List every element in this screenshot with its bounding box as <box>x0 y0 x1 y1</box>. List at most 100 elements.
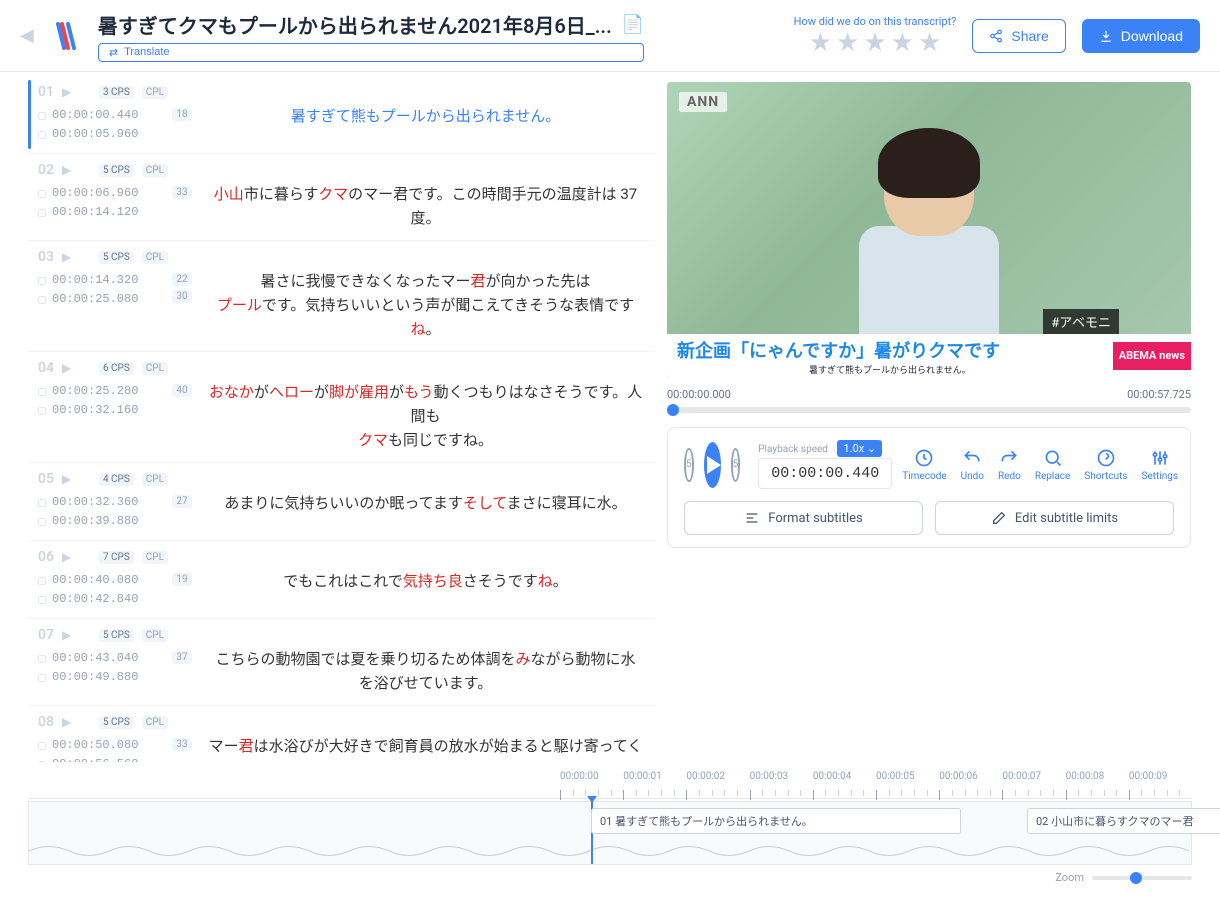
end-timecode[interactable]: 00:00:56.560 <box>38 755 168 762</box>
subtitle-text[interactable]: おなかがヘローが脚が雇用がもう動くつもりはなさそうです。人間もクマも同じですね。 <box>196 352 655 462</box>
zoom-thumb[interactable] <box>1130 872 1142 884</box>
subtitle-text[interactable]: 暑すぎて熊もプールから出られません。 <box>196 76 655 153</box>
subtitle-number: 07 <box>38 627 54 643</box>
play-icon[interactable]: ▶ <box>62 361 71 375</box>
play-button[interactable] <box>704 442 721 488</box>
format-subtitles-button[interactable]: Format subtitles <box>684 501 923 535</box>
video-tc-end: 00:00:57.725 <box>1127 388 1191 401</box>
play-icon[interactable]: ▶ <box>62 715 71 729</box>
star-icon[interactable]: ★ <box>918 30 941 56</box>
download-label: Download <box>1121 28 1183 44</box>
undo-tool[interactable]: Undo <box>961 448 984 482</box>
skip-forward-button[interactable]: 5 <box>731 448 741 482</box>
subtitle-number: 03 <box>38 249 54 265</box>
start-timecode[interactable]: 00:00:43.040 <box>38 649 168 668</box>
end-timecode[interactable]: 00:00:42.840 <box>38 590 168 609</box>
star-icon[interactable]: ★ <box>863 30 886 56</box>
subtitle-text[interactable]: こちらの動物園では夏を乗り切るため体調をみながら動物に水を浴びせています。 <box>196 619 655 705</box>
download-button[interactable]: Download <box>1082 19 1200 53</box>
zoom-slider[interactable] <box>1092 876 1192 880</box>
ruler-label: 00:00:08 <box>1066 771 1129 782</box>
subtitle-text[interactable]: 暑さに我慢できなくなったマー君が向かった先はプールです。気持ちいいという声が聞こ… <box>196 241 655 351</box>
settings-tool[interactable]: Settings <box>1142 448 1179 482</box>
end-timecode[interactable]: 00:00:49.880 <box>38 668 168 687</box>
edit-limits-button[interactable]: Edit subtitle limits <box>935 501 1174 535</box>
play-icon[interactable]: ▶ <box>62 163 71 177</box>
video-preview[interactable]: ANN #アベモニ 新企画「にゃんですか」暑がりクマです 暑すぎて熊もプールから… <box>667 82 1191 378</box>
subtitle-number: 04 <box>38 360 54 376</box>
start-timecode[interactable]: 00:00:06.960 <box>38 184 168 203</box>
cpl-value: 30 <box>172 290 191 303</box>
timeline-clip[interactable]: 01 暑すぎて熊もプールから出られません。 <box>591 808 961 834</box>
hashtag-badge: #アベモニ <box>1043 309 1119 334</box>
notes-icon[interactable]: 📄 <box>622 14 644 35</box>
play-icon[interactable]: ▶ <box>62 472 71 486</box>
subtitle-row[interactable]: 06▶7 CPSCPL00:00:40.08000:00:42.84019でもこ… <box>28 541 655 619</box>
cps-badge: 3 CPS <box>99 86 134 99</box>
start-timecode[interactable]: 00:00:00.440 <box>38 106 168 125</box>
subtitle-row[interactable]: 07▶5 CPSCPL00:00:43.04000:00:49.88037こちら… <box>28 619 655 706</box>
subtitle-row[interactable]: 04▶6 CPSCPL00:00:25.28000:00:32.16040おなか… <box>28 352 655 463</box>
star-icon[interactable]: ★ <box>836 30 859 56</box>
subtitle-text[interactable]: あまりに気持ちいいのか眠ってますそしてまさに寝耳に水。 <box>196 463 655 540</box>
end-timecode[interactable]: 00:00:25.080 <box>38 290 168 309</box>
share-icon <box>989 29 1003 43</box>
translate-label: Translate <box>124 46 169 58</box>
start-timecode[interactable]: 00:00:50.080 <box>38 736 168 755</box>
end-timecode[interactable]: 00:00:05.960 <box>38 125 168 144</box>
rating-stars[interactable]: ★ ★ ★ ★ ★ <box>809 30 942 56</box>
cpl-value: 37 <box>172 651 191 664</box>
play-icon[interactable]: ▶ <box>62 628 71 642</box>
timeline-panel[interactable]: 00:00:0000:00:0100:00:0200:00:0300:00:04… <box>28 771 1192 899</box>
zoom-label: Zoom <box>1055 871 1084 884</box>
play-icon[interactable]: ▶ <box>62 550 71 564</box>
subtitle-row[interactable]: 01▶3 CPSCPL00:00:00.44000:00:05.96018暑すぎ… <box>28 76 655 154</box>
app-logo <box>50 20 82 52</box>
start-timecode[interactable]: 00:00:32.360 <box>38 493 168 512</box>
cps-badge: 7 CPS <box>99 551 134 564</box>
subtitle-row[interactable]: 02▶5 CPSCPL00:00:06.96000:00:14.12033小山市… <box>28 154 655 241</box>
edit-icon <box>991 510 1007 526</box>
cpl-header: CPL <box>142 551 168 564</box>
shortcuts-tool[interactable]: Shortcuts <box>1084 448 1127 482</box>
share-button[interactable]: Share <box>972 19 1065 53</box>
ruler-label: 00:00:05 <box>876 771 939 782</box>
start-timecode[interactable]: 00:00:40.080 <box>38 571 168 590</box>
star-icon[interactable]: ★ <box>809 30 832 56</box>
subtitle-text[interactable]: 小山市に暮らすクマのマー君です。この時間手元の温度計は 37 度。 <box>196 154 655 240</box>
back-button[interactable]: ◀ <box>20 25 34 46</box>
cpl-value: 27 <box>172 495 191 508</box>
play-icon[interactable]: ▶ <box>62 250 71 264</box>
progress-bar[interactable] <box>667 407 1191 413</box>
start-timecode[interactable]: 00:00:14.320 <box>38 271 168 290</box>
cpl-header: CPL <box>142 164 168 177</box>
speed-select[interactable]: 1.0x ⌄ <box>837 440 882 457</box>
subtitle-row[interactable]: 05▶4 CPSCPL00:00:32.36000:00:39.88027あまり… <box>28 463 655 541</box>
redo-tool[interactable]: Redo <box>998 448 1021 482</box>
end-timecode[interactable]: 00:00:32.160 <box>38 401 168 420</box>
end-timecode[interactable]: 00:00:14.120 <box>38 203 168 222</box>
subtitle-number: 08 <box>38 714 54 730</box>
ruler-label: 00:00:06 <box>939 771 1002 782</box>
play-icon[interactable]: ▶ <box>62 85 71 99</box>
ruler-label: 00:00:01 <box>623 771 686 782</box>
subtitle-row[interactable]: 08▶5 CPSCPL00:00:50.08000:00:56.56033マー君… <box>28 706 655 762</box>
end-timecode[interactable]: 00:00:39.880 <box>38 512 168 531</box>
video-tc-start: 00:00:00.000 <box>667 388 731 401</box>
timecode-tool[interactable]: Timecode <box>902 448 946 482</box>
translate-button[interactable]: ⇄ Translate <box>98 43 644 62</box>
cpl-value: 33 <box>172 738 191 751</box>
replace-tool[interactable]: Replace <box>1035 448 1071 482</box>
subtitle-number: 01 <box>38 84 54 100</box>
timecode-display[interactable]: 00:00:00.440 <box>758 458 892 489</box>
skip-back-button[interactable]: 5 <box>684 448 694 482</box>
progress-thumb[interactable] <box>667 404 679 416</box>
subtitle-list[interactable]: 01▶3 CPSCPL00:00:00.44000:00:05.96018暑すぎ… <box>0 72 655 762</box>
subtitle-text[interactable]: マー君は水浴びが大好きで飼育員の放水が始まると駆け寄ってくるとよ。 <box>196 706 655 762</box>
cpl-header: CPL <box>142 629 168 642</box>
star-icon[interactable]: ★ <box>891 30 914 56</box>
start-timecode[interactable]: 00:00:25.280 <box>38 382 168 401</box>
subtitle-row[interactable]: 03▶5 CPSCPL00:00:14.32000:00:25.0802230暑… <box>28 241 655 352</box>
subtitle-text[interactable]: でもこれはこれで気持ち良さそうですね。 <box>196 541 655 618</box>
timeline-clip[interactable]: 02 小山市に暮らすクマのマー君 <box>1027 808 1220 834</box>
